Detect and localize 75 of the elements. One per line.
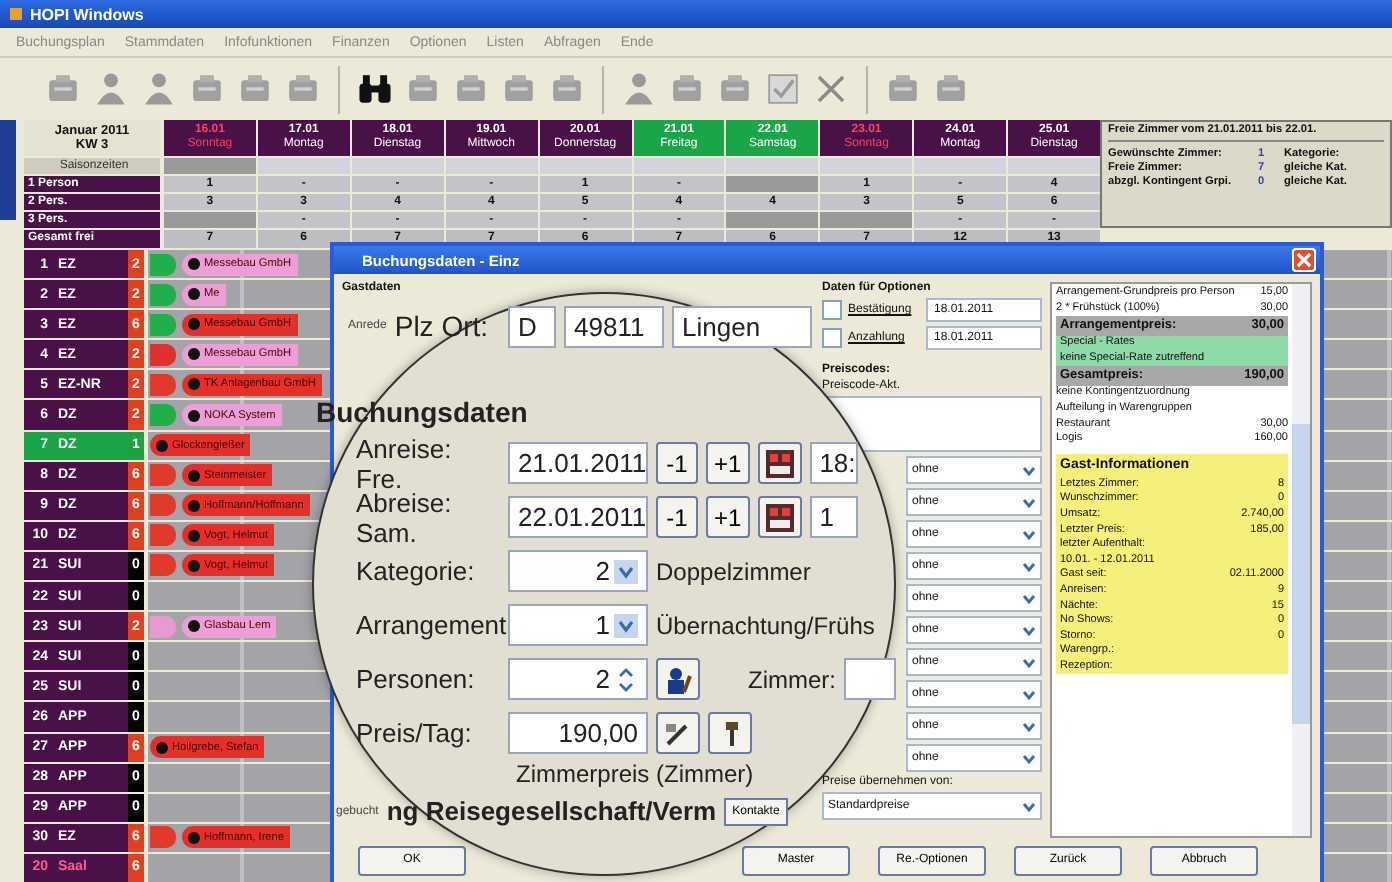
close-icon[interactable] [812,70,850,108]
chevron-down-icon [1022,463,1036,477]
zip-field[interactable]: 49811 [564,305,665,347]
guest-icon [188,831,200,844]
chevron-down-icon [1022,559,1036,573]
guest-icon [188,559,200,572]
accent-bar [0,120,16,220]
guest-icon [188,288,200,301]
guest-icon [188,469,200,482]
guest-icon [188,348,200,361]
spinner-field[interactable]: 2 [508,658,648,700]
person-pen-icon [664,665,692,693]
tool-button[interactable] [708,712,752,754]
time-field[interactable]: 18: [809,442,858,484]
guest-icon [156,741,168,754]
chevron-down-icon [1022,591,1036,605]
room-field[interactable] [844,658,896,700]
guest-icon [188,378,200,391]
field-label: Abreise: Sam. [356,487,454,547]
booked-by-text: ng Reisegesellschaft/Verm [386,796,717,826]
date-field[interactable]: 21.01.2011 [508,442,648,484]
minus-day-button[interactable]: -1 [656,442,698,484]
field-text: Übernachtung/Frühs [656,611,875,639]
chevron-down-icon [614,559,638,583]
plus-day-button[interactable]: +1 [706,496,750,538]
guest-icon [188,529,200,542]
person-icon[interactable] [140,70,178,108]
plus-day-button[interactable]: +1 [706,442,750,484]
field-label: Zimmer: [748,665,836,693]
minus-day-button[interactable]: -1 [656,496,698,538]
chevron-down-icon [1022,527,1036,541]
person-icon[interactable] [620,70,658,108]
guest-icon [188,499,200,512]
dropdown[interactable]: 1 [508,604,648,646]
chevron-down-icon [614,613,638,637]
field-label: Personen: [356,664,477,694]
close-button[interactable] [1292,248,1316,272]
chevron-down-icon [1022,687,1036,701]
chevron-down-icon [1022,719,1036,733]
spinner-arrows-icon [614,665,638,693]
date-field[interactable]: 22.01.2011 [508,496,648,538]
country-field[interactable]: D [508,305,557,347]
dropdown[interactable]: 2 [508,550,648,592]
checkbox[interactable] [822,300,842,320]
app-icon [8,6,24,22]
window-title: HOPI Windows [30,5,144,23]
checkbox-icon[interactable] [764,70,802,108]
field-label: Preis/Tag: [356,718,474,748]
guest-icon [188,258,200,271]
guest-icon [156,439,168,452]
field-label: Kategorie: [356,556,477,586]
person-icon[interactable] [92,70,130,108]
time-field[interactable]: 1 [809,496,858,538]
chevron-down-icon [1022,495,1036,509]
city-field[interactable]: Lingen [672,305,813,347]
price-note: Zimmerpreis (Zimmer) [516,760,754,788]
calendar-button[interactable] [757,496,802,538]
field-text: Doppelzimmer [656,557,811,585]
close-icon [1296,252,1312,268]
field-label: Anreise: Fre. [356,433,454,493]
pen-icon [664,719,692,747]
binoculars-icon[interactable] [356,70,394,108]
chevron-down-icon [1022,751,1036,765]
guest-icon [188,620,200,633]
chevron-down-icon [1022,623,1036,637]
person-button[interactable] [656,658,700,700]
guest-icon [188,318,200,331]
chevron-down-icon [1022,655,1036,669]
calendar-button[interactable] [757,442,802,484]
chevron-down-icon [1022,799,1036,813]
guest-icon [188,409,200,422]
checkbox[interactable] [822,328,842,348]
edit-button[interactable] [656,712,700,754]
price-field[interactable]: 190,00 [508,712,648,754]
scrollbar[interactable] [1292,284,1310,836]
